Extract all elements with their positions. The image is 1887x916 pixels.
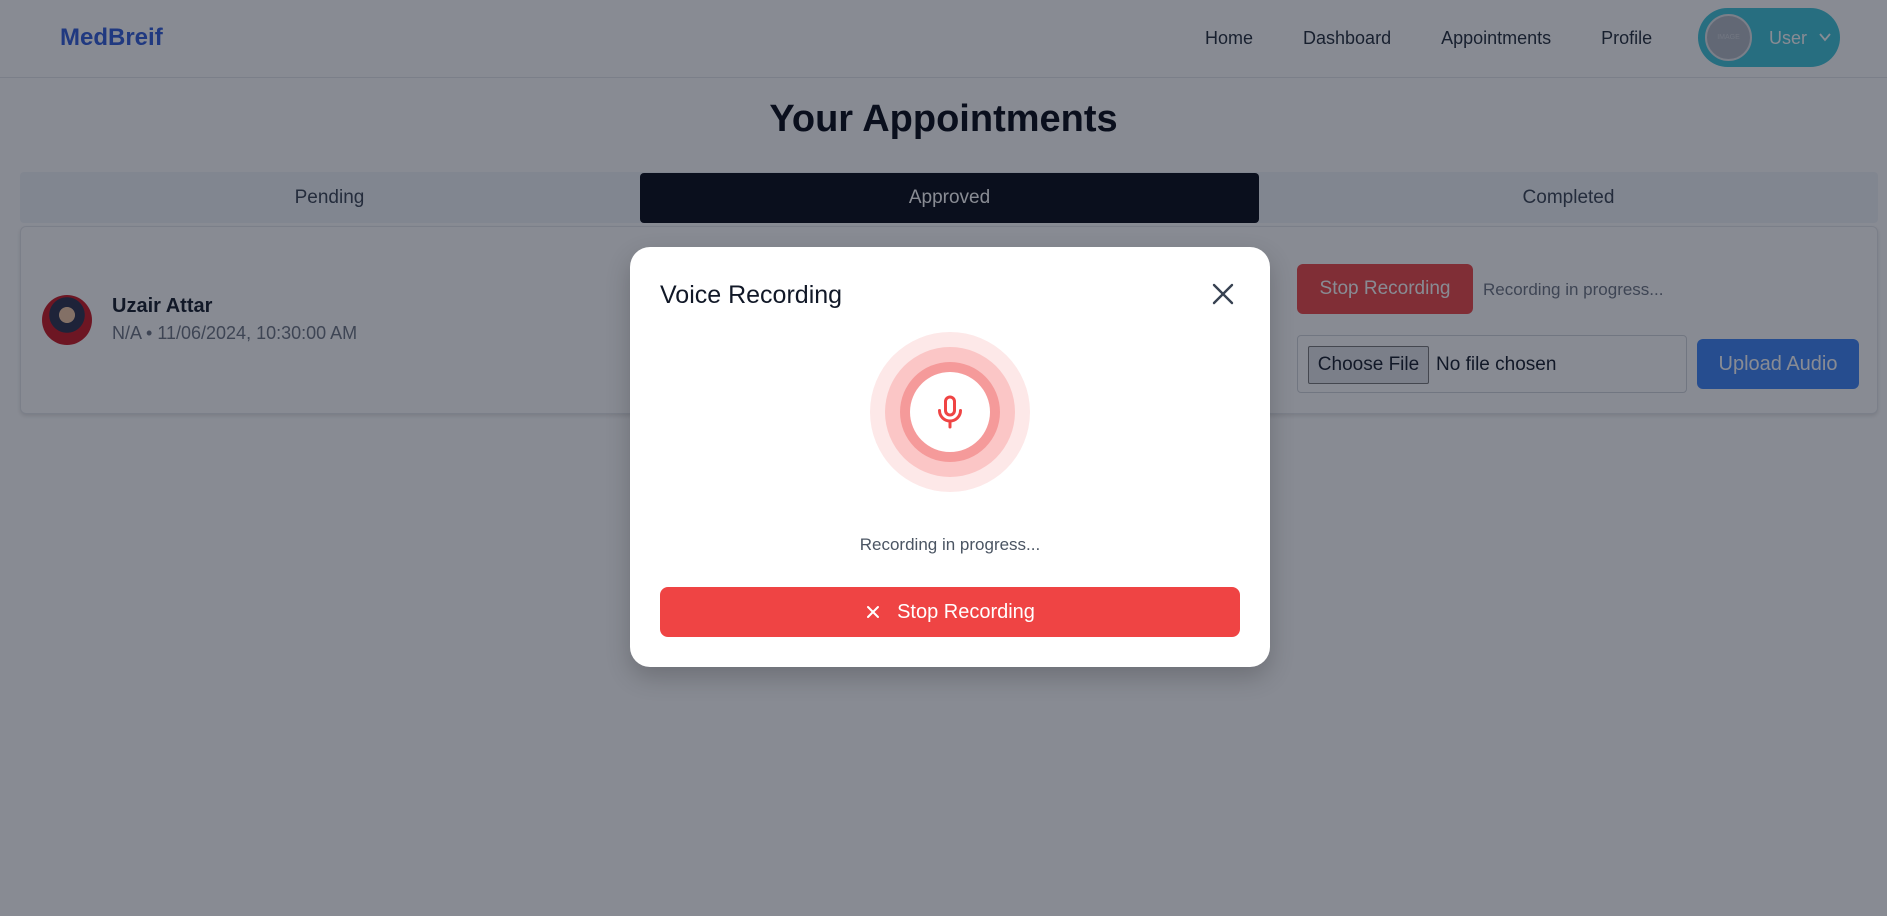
mic-button: [910, 372, 990, 452]
voice-recording-modal: Voice Recording Recording in progress...: [630, 247, 1270, 667]
modal-recording-status: Recording in progress...: [859, 535, 1041, 554]
modal-stop-label: Stop Recording: [897, 600, 1035, 623]
recording-pulse-indicator: [870, 332, 1030, 492]
pulse-ring-middle: [885, 347, 1015, 477]
modal-stop-recording-button[interactable]: Stop Recording: [660, 587, 1240, 637]
x-icon: [867, 606, 880, 618]
close-icon[interactable]: [1210, 281, 1236, 307]
mic-icon: [938, 395, 962, 429]
pulse-ring-inner: [900, 362, 1000, 462]
modal-title: Voice Recording: [660, 281, 843, 309]
